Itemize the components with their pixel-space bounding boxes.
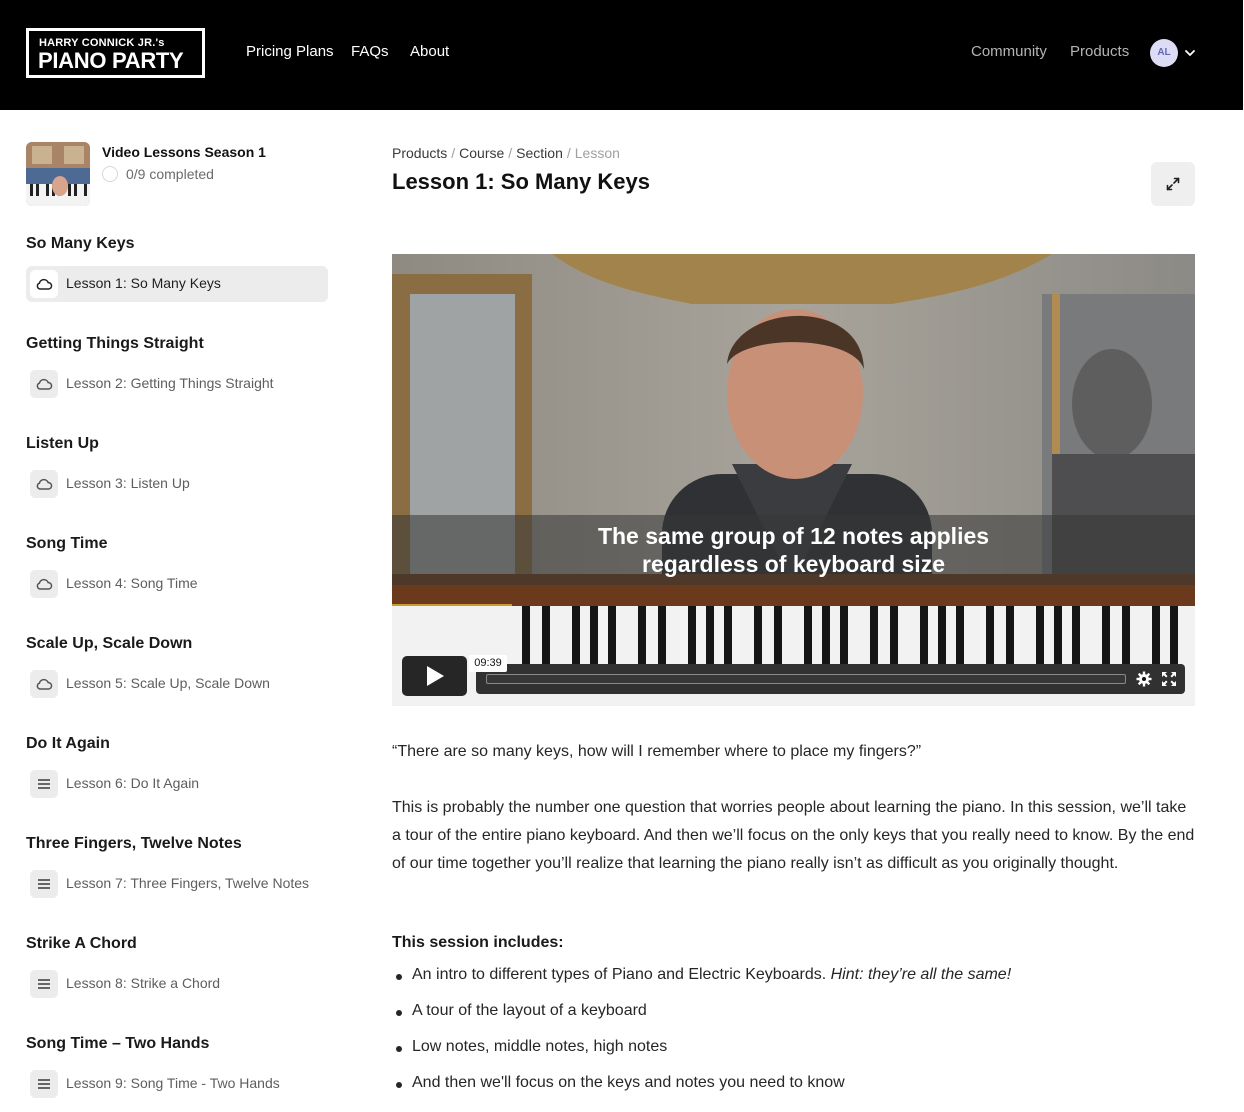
lesson-label: Lesson 7: Three Fingers, Twelve Notes (66, 875, 310, 891)
lesson-label: Lesson 2: Getting Things Straight (66, 375, 274, 391)
logo-line-2: PIANO PARTY (38, 48, 184, 73)
cloud-icon (30, 370, 58, 398)
nav-products[interactable]: Products (1070, 43, 1129, 60)
includes-title: This session includes: (392, 934, 564, 951)
section-title: Three Fingers, Twelve Notes (26, 835, 242, 852)
text-lines-icon (30, 970, 58, 998)
section-title: Listen Up (26, 435, 99, 452)
nav-community[interactable]: Community (971, 43, 1047, 60)
section-title: Do It Again (26, 735, 110, 752)
piano-party-logo[interactable]: HARRY CONNICK JR.'s PIANO PARTY (26, 28, 205, 78)
list-item-text: And then we'll focus on the keys and not… (412, 1074, 845, 1091)
lesson-item-4[interactable]: Lesson 4: Song Time (26, 566, 328, 602)
lesson-item-2[interactable]: Lesson 2: Getting Things Straight (26, 366, 328, 402)
video-frame (392, 254, 1195, 706)
list-item: Low notes, middle notes, high notes (396, 1038, 667, 1056)
lesson-item-3[interactable]: Lesson 3: Listen Up (26, 466, 328, 502)
nav-about[interactable]: About (410, 43, 449, 60)
lesson-item-6[interactable]: Lesson 6: Do It Again (26, 766, 328, 802)
list-item-hint: Hint: they’re all the same! (830, 966, 1012, 983)
video-controls (476, 664, 1185, 694)
list-item: And then we'll focus on the keys and not… (396, 1074, 845, 1092)
section-title: Strike A Chord (26, 935, 137, 952)
lesson-label: Lesson 6: Do It Again (66, 775, 200, 791)
text-lines-icon (30, 770, 58, 798)
user-avatar[interactable]: AL (1150, 39, 1178, 67)
progress-circle-icon (102, 166, 118, 182)
text-lines-icon (30, 870, 58, 898)
lesson-item-9[interactable]: Lesson 9: Song Time - Two Hands (26, 1066, 328, 1102)
lesson-quote: “There are so many keys, how will I reme… (392, 743, 922, 760)
cloud-icon (30, 470, 58, 498)
section-title: So Many Keys (26, 235, 135, 252)
lesson-item-5[interactable]: Lesson 5: Scale Up, Scale Down (26, 666, 328, 702)
nav-faqs[interactable]: FAQs (351, 43, 389, 60)
lesson-label: Lesson 8: Strike a Chord (66, 975, 221, 991)
cloud-icon (30, 570, 58, 598)
lesson-item-8[interactable]: Lesson 8: Strike a Chord (26, 966, 328, 1002)
lesson-label: Lesson 4: Song Time (66, 575, 198, 591)
cloud-icon (30, 670, 58, 698)
video-player[interactable]: The same group of 12 notes applies regar… (392, 254, 1195, 706)
caption-line-2: regardless of keyboard size (642, 551, 945, 577)
lesson-description: This is probably the number one question… (392, 799, 1195, 872)
breadcrumb-section[interactable]: Section (516, 145, 563, 161)
section-title: Song Time – Two Hands (26, 1035, 210, 1052)
breadcrumb-products[interactable]: Products (392, 145, 447, 161)
section-title: Scale Up, Scale Down (26, 635, 193, 652)
caption-line-1: The same group of 12 notes applies (597, 523, 990, 549)
expand-button[interactable] (1151, 162, 1195, 206)
top-navigation-bar: HARRY CONNICK JR.'s PIANO PARTY Pricing … (0, 0, 1243, 110)
nav-pricing-plans[interactable]: Pricing Plans (246, 43, 334, 60)
breadcrumb-current: Lesson (574, 145, 620, 161)
chevron-down-icon[interactable] (1183, 46, 1197, 60)
breadcrumb-course[interactable]: Course (459, 145, 504, 161)
lesson-label: Lesson 3: Listen Up (66, 475, 190, 491)
section-title: Song Time (26, 535, 108, 552)
page-title: Lesson 1: So Many Keys (392, 169, 650, 194)
progress-scrubber[interactable] (486, 674, 1126, 684)
breadcrumb: Products / Course / Section / Lesson (392, 145, 620, 161)
course-title: Video Lessons Season 1 (102, 144, 266, 160)
cloud-icon (30, 270, 58, 298)
lesson-item-7[interactable]: Lesson 7: Three Fingers, Twelve Notes (26, 866, 328, 902)
course-progress: 0/9 completed (126, 166, 214, 182)
list-item-text: Low notes, middle notes, high notes (412, 1038, 668, 1055)
list-item-text: A tour of the layout of a keyboard (412, 1002, 647, 1019)
section-title: Getting Things Straight (26, 335, 204, 352)
lesson-item-1[interactable]: Lesson 1: So Many Keys (26, 266, 328, 302)
lesson-label: Lesson 5: Scale Up, Scale Down (66, 675, 270, 691)
video-caption: The same group of 12 notes applies regar… (392, 522, 1195, 578)
play-button[interactable] (402, 656, 467, 696)
expand-icon (1166, 177, 1180, 191)
list-item: A tour of the layout of a keyboard (396, 1002, 647, 1020)
video-duration: 09:39 (469, 655, 507, 672)
fullscreen-icon[interactable] (1161, 671, 1177, 687)
lesson-label: Lesson 1: So Many Keys (66, 275, 221, 291)
lesson-label: Lesson 9: Song Time - Two Hands (66, 1075, 280, 1091)
list-item-text: An intro to different types of Piano and… (412, 966, 831, 983)
course-thumbnail (26, 142, 90, 206)
play-icon (426, 666, 444, 686)
text-lines-icon (30, 1070, 58, 1098)
settings-gear-icon[interactable] (1136, 671, 1152, 687)
list-item: An intro to different types of Piano and… (396, 966, 1011, 984)
